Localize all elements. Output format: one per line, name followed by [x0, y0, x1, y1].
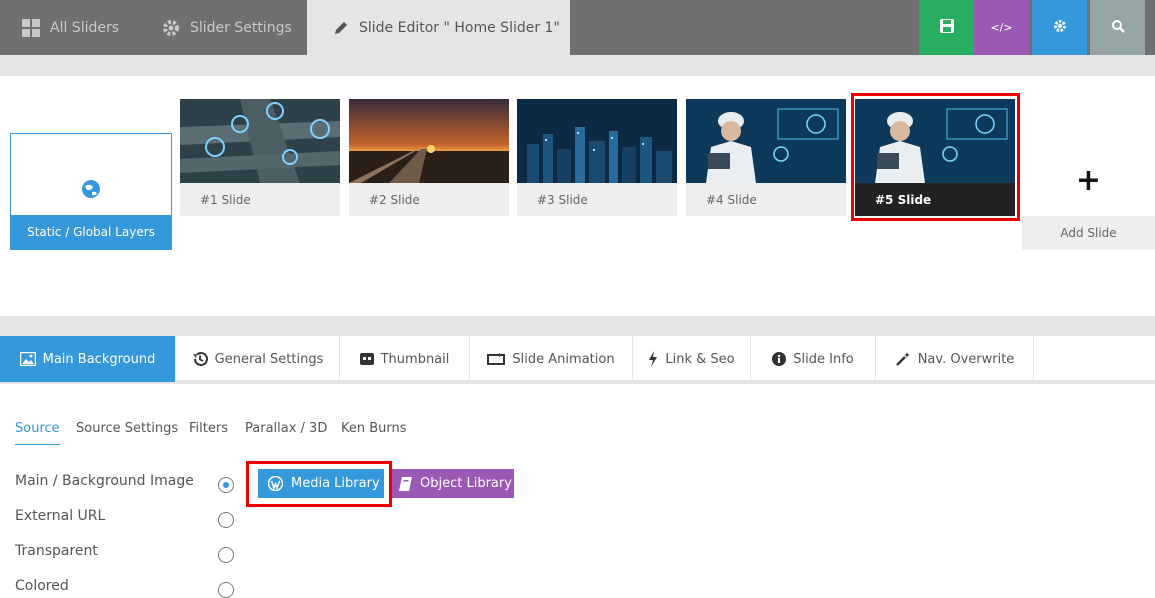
- slide-5-highlight: [851, 93, 1020, 221]
- slide-2-image: [349, 99, 509, 183]
- static-global-layers-label: Static / Global Layers: [11, 215, 171, 249]
- history-icon: [192, 351, 208, 367]
- pencil-icon: [333, 20, 349, 36]
- option-external-url-radio[interactable]: [218, 512, 234, 528]
- tab-link-seo-label: Link & Seo: [665, 351, 735, 367]
- static-global-layers-card[interactable]: Static / Global Layers: [10, 133, 172, 250]
- tab-slide-editor[interactable]: Slide Editor " Home Slider 1": [307, 0, 570, 55]
- tab-thumbnail[interactable]: Thumbnail: [340, 336, 470, 382]
- option-transparent-radio[interactable]: [218, 547, 234, 563]
- tab-link-seo[interactable]: Link & Seo: [633, 336, 751, 382]
- tab-nav-overwrite-label: Nav. Overwrite: [917, 351, 1015, 367]
- tab-nav-overwrite[interactable]: Nav. Overwrite: [876, 336, 1034, 382]
- gear-icon: [1053, 18, 1067, 37]
- tab-main-background[interactable]: Main Background: [0, 336, 176, 382]
- slide-4-label: #4 Slide: [706, 192, 757, 207]
- tab-slide-animation-label: Slide Animation: [512, 351, 615, 367]
- book-icon: [399, 476, 412, 491]
- slide-2-label: #2 Slide: [369, 192, 420, 207]
- top-toolbar: All Sliders Slider Settings Slide Editor…: [0, 0, 1155, 55]
- subtab-ken-burns[interactable]: Ken Burns: [341, 421, 407, 445]
- code-icon: </>: [990, 21, 1013, 34]
- tab-slide-editor-label: Slide Editor " Home Slider 1": [359, 19, 560, 36]
- toolbar-divider: [0, 55, 1155, 76]
- loop-icon: [487, 353, 506, 365]
- tab-main-background-label: Main Background: [42, 351, 156, 367]
- slide-4-image: [686, 99, 846, 183]
- tab-general-settings-label: General Settings: [214, 351, 324, 367]
- option-colored-label: Colored: [15, 578, 69, 594]
- option-transparent-label: Transparent: [15, 543, 98, 559]
- object-library-label: Object Library: [420, 476, 512, 491]
- add-slide-label: Add Slide: [1022, 216, 1155, 250]
- magic-wand-icon: [895, 351, 911, 367]
- tab-slide-info[interactable]: Slide Info: [751, 336, 876, 382]
- tab-thumbnail-label: Thumbnail: [380, 351, 450, 367]
- search-icon: [1111, 18, 1125, 37]
- tab-slide-animation[interactable]: Slide Animation: [470, 336, 633, 382]
- tab-all-sliders[interactable]: All Sliders: [22, 0, 119, 55]
- object-library-button[interactable]: Object Library: [389, 469, 514, 498]
- settings-button[interactable]: [1032, 0, 1087, 55]
- option-external-url-label: External URL: [15, 508, 106, 524]
- image-icon: [19, 352, 36, 366]
- slide-thumbnail-3[interactable]: #3 Slide: [517, 99, 677, 216]
- slide-thumbnail-1[interactable]: #1 Slide: [180, 99, 340, 216]
- tab-all-sliders-label: All Sliders: [50, 19, 120, 36]
- bolt-icon: [648, 351, 658, 367]
- tab-slide-info-label: Slide Info: [793, 351, 854, 367]
- floppy-disk-icon: [939, 18, 955, 38]
- section-divider: [0, 316, 1155, 336]
- slide-3-label: #3 Slide: [537, 192, 588, 207]
- subtab-source-settings[interactable]: Source Settings: [76, 421, 178, 445]
- slide-3-image: [517, 99, 677, 183]
- subtab-source[interactable]: Source: [15, 421, 60, 445]
- slide-thumbnail-4[interactable]: #4 Slide: [686, 99, 846, 216]
- subtab-filters[interactable]: Filters: [189, 421, 228, 445]
- thumbnail-icon: [359, 353, 374, 365]
- globe-icon: [81, 179, 101, 203]
- add-slide-button[interactable]: + Add Slide: [1022, 133, 1155, 250]
- option-colored-radio[interactable]: [218, 582, 234, 598]
- slide-thumbnail-2[interactable]: #2 Slide: [349, 99, 509, 216]
- tab-general-settings[interactable]: General Settings: [176, 336, 340, 382]
- slide-1-label: #1 Slide: [200, 192, 251, 207]
- tab-slider-settings[interactable]: Slider Settings: [162, 0, 292, 55]
- option-main-background-image-label: Main / Background Image: [15, 473, 194, 489]
- grid-icon: [22, 18, 40, 37]
- media-library-highlight: [246, 461, 392, 507]
- subtab-parallax-3d[interactable]: Parallax / 3D: [245, 421, 327, 445]
- tab-slider-settings-label: Slider Settings: [190, 19, 292, 36]
- plus-icon: +: [1075, 163, 1102, 198]
- option-main-background-image-radio[interactable]: [218, 477, 234, 493]
- embed-code-button[interactable]: </>: [974, 0, 1029, 55]
- slide-1-image: [180, 99, 340, 183]
- save-button[interactable]: [919, 0, 974, 55]
- gear-icon: [162, 19, 180, 37]
- search-button[interactable]: [1090, 0, 1145, 55]
- slide-settings-tabs: Main Background General Settings Thumbna…: [0, 336, 1155, 384]
- info-icon: [772, 352, 787, 366]
